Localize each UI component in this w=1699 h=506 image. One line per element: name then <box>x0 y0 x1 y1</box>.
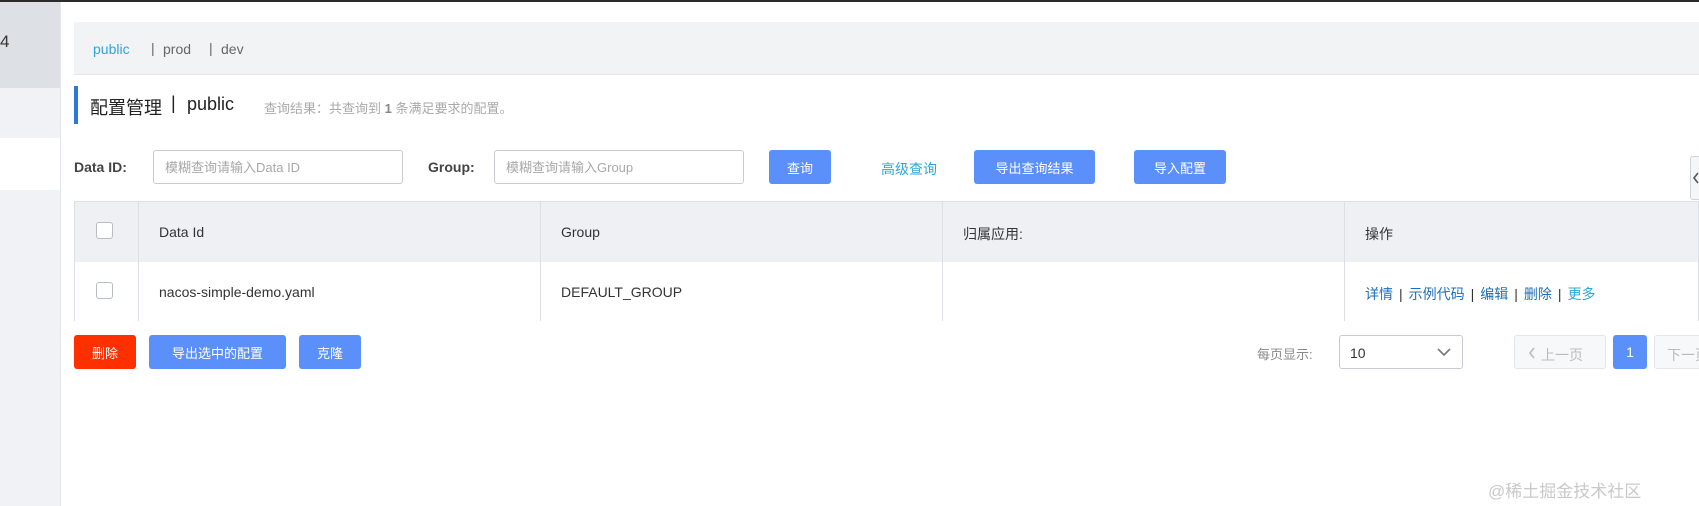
title-separator: | <box>171 93 176 113</box>
import-config-button[interactable]: 导入配置 <box>1134 150 1226 184</box>
action-edit[interactable]: 编辑 <box>1480 286 1508 302</box>
column-header-actions: 操作 <box>1365 226 1393 242</box>
page-title-namespace: public <box>187 94 235 114</box>
row-checkbox[interactable] <box>96 282 113 299</box>
column-header-data-id: Data Id <box>159 224 205 240</box>
select-all-checkbox[interactable] <box>96 222 113 239</box>
column-header-group: Group <box>561 224 600 240</box>
page-title: 配置管理 <box>90 98 162 118</box>
group-input[interactable] <box>494 150 744 184</box>
row-group: DEFAULT_GROUP <box>561 284 683 300</box>
namespace-tab-prod[interactable]: prod <box>163 41 191 57</box>
page-size-select[interactable]: 10 <box>1339 335 1463 369</box>
column-header-app: 归属应用: <box>963 226 1023 242</box>
export-results-button[interactable]: 导出查询结果 <box>974 150 1095 184</box>
action-delete[interactable]: 删除 <box>1524 286 1552 302</box>
title-accent-bar <box>74 86 78 124</box>
sidebar-item-current[interactable]: 4 <box>0 2 60 88</box>
row-select-cell <box>75 262 139 321</box>
data-id-input[interactable] <box>153 150 403 184</box>
current-page-button[interactable]: 1 <box>1613 335 1647 369</box>
group-label: Group: <box>428 159 475 175</box>
query-button[interactable]: 查询 <box>769 150 831 184</box>
query-result-summary: 查询结果：共查询到 1 条满足要求的配置。 <box>264 98 513 117</box>
advanced-query-link[interactable]: 高级查询 <box>881 159 937 179</box>
result-prefix: 查询结果：共查询到 <box>264 101 382 116</box>
row-app-cell <box>943 262 1345 321</box>
export-selected-button[interactable]: 导出选中的配置 <box>149 335 286 369</box>
header-group: Group <box>541 202 943 262</box>
result-suffix: 条满足要求的配置。 <box>395 101 513 116</box>
action-separator: | <box>1557 286 1562 302</box>
top-border <box>0 0 1699 2</box>
namespace-separator: | <box>209 40 213 56</box>
action-separator: | <box>1514 286 1518 302</box>
header-select-cell <box>75 202 139 262</box>
side-panel-toggle[interactable] <box>1690 156 1699 200</box>
action-details[interactable]: 详情 <box>1365 286 1393 302</box>
row-actions-cell: 详情 | 示例代码 | 编辑 | 删除 | 更多 <box>1345 262 1699 321</box>
namespace-tab-dev[interactable]: dev <box>221 41 244 57</box>
row-data-id: nacos-simple-demo.yaml <box>159 284 315 300</box>
config-table: Data Id Group 归属应用: 操作 nacos-simple-demo… <box>74 201 1699 321</box>
prev-page-label: 上一页 <box>1541 347 1583 363</box>
chevron-left-icon <box>1528 347 1535 359</box>
namespace-tab-public[interactable]: public <box>93 41 130 57</box>
row-group-cell: DEFAULT_GROUP <box>541 262 943 321</box>
page-size-value: 10 <box>1350 345 1366 361</box>
watermark: @稀土掘金技术社区 <box>1488 482 1642 501</box>
sidebar: 4 <box>0 2 61 506</box>
action-separator: | <box>1470 286 1475 302</box>
prev-page-button[interactable]: 上一页 <box>1514 335 1606 369</box>
action-separator: | <box>1399 286 1403 302</box>
header-app: 归属应用: <box>943 202 1345 262</box>
sidebar-item-selected[interactable] <box>0 138 60 190</box>
chevron-left-icon <box>1692 172 1699 184</box>
result-count: 1 <box>384 101 392 116</box>
table-row: nacos-simple-demo.yaml DEFAULT_GROUP 详情 |… <box>75 262 1698 321</box>
table-header: Data Id Group 归属应用: 操作 <box>75 202 1698 263</box>
namespace-bar: public | prod | dev <box>74 22 1699 75</box>
row-data-id-cell: nacos-simple-demo.yaml <box>139 262 541 321</box>
action-sample-code[interactable]: 示例代码 <box>1409 286 1465 302</box>
action-more[interactable]: 更多 <box>1568 286 1596 302</box>
data-id-label: Data ID: <box>74 159 127 175</box>
namespace-separator: | <box>151 40 155 56</box>
bulk-delete-button[interactable]: 删除 <box>74 335 136 369</box>
clone-button[interactable]: 克隆 <box>299 335 361 369</box>
chevron-down-icon <box>1437 348 1451 357</box>
header-actions: 操作 <box>1345 202 1699 262</box>
next-page-button[interactable]: 下一页 <box>1654 335 1699 369</box>
next-page-label: 下一页 <box>1667 347 1699 363</box>
row-actions: 详情 | 示例代码 | 编辑 | 删除 | 更多 <box>1365 284 1596 304</box>
header-data-id: Data Id <box>139 202 541 262</box>
page-size-label: 每页显示: <box>1257 347 1313 362</box>
sidebar-number: 4 <box>0 32 10 51</box>
